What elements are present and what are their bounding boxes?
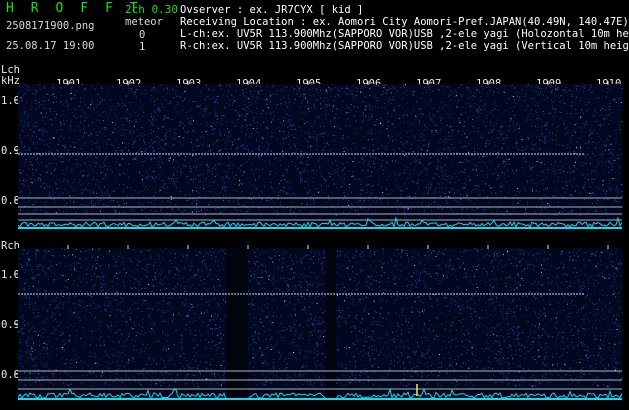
rch-panel [14, 245, 623, 400]
rch-signal-gap [226, 248, 248, 400]
rch-signal-gap [326, 248, 336, 400]
lch-panel [14, 81, 623, 229]
lch-spectrum-baseline [18, 227, 622, 229]
spectrogram-plots [14, 81, 623, 400]
rch-spectrum-baseline [18, 398, 622, 400]
